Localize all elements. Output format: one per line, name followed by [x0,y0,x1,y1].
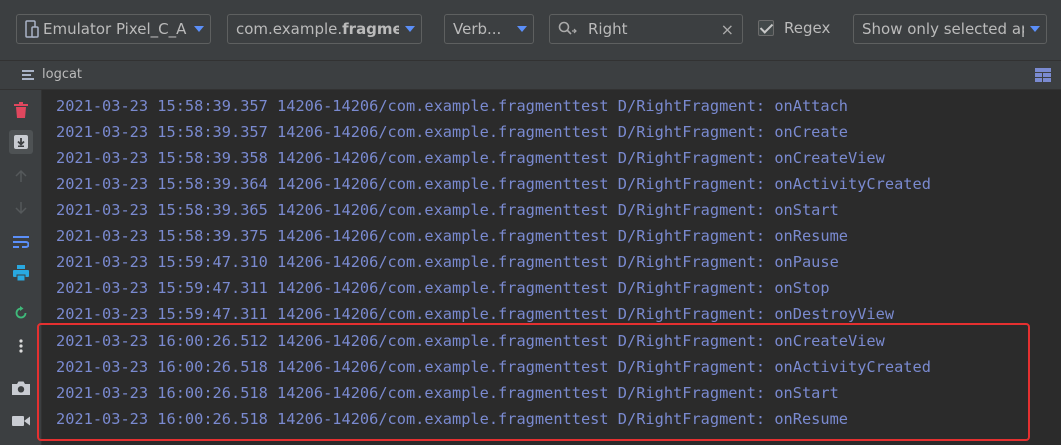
device-selector[interactable]: Emulator Pixel_C_A [16,14,211,44]
print-button[interactable] [9,261,33,285]
logcat-output: 2021-03-23 15:58:39.357 14206-14206/com.… [42,90,1061,445]
up-button[interactable] [9,164,33,188]
log-line: 2021-03-23 15:58:39.357 14206-14206/com.… [56,97,849,115]
filter-value: Show only selected ap [862,20,1024,38]
trash-icon [14,102,28,118]
search-box[interactable]: × [549,14,743,44]
down-button[interactable] [9,196,33,220]
log-line: 2021-03-23 16:00:26.512 14206-14206/com.… [56,332,885,350]
package-prefix: com.example. [236,20,343,38]
regex-checkbox[interactable] [758,20,774,36]
soft-wrap-button[interactable] [9,230,33,254]
scroll-to-end-button[interactable] [9,130,33,154]
filter-selector[interactable]: Show only selected ap [853,14,1047,44]
log-line: 2021-03-23 15:59:47.310 14206-14206/com.… [56,253,839,271]
soft-wrap-icon [13,236,29,248]
search-icon [558,21,577,35]
restart-icon [15,306,27,319]
device-icon [25,20,39,38]
log-level-value: Verb... [453,20,502,38]
clear-search-icon[interactable]: × [721,20,734,39]
log-line: 2021-03-23 16:00:26.518 14206-14206/com.… [56,384,839,402]
logcat-toolbar: Emulator Pixel_C_A com.example.fragme Ve… [0,0,1061,60]
log-line: 2021-03-23 15:58:39.364 14206-14206/com.… [56,175,931,193]
logcat-header: logcat [0,60,1061,90]
log-line: 2021-03-23 16:00:26.518 14206-14206/com.… [56,358,931,376]
more-icon [19,339,23,353]
panel-title-label: logcat [42,67,83,82]
log-line: 2021-03-23 15:58:39.358 14206-14206/com.… [56,149,885,167]
restart-button[interactable] [9,301,33,325]
search-input[interactable] [586,19,721,39]
screenshot-button[interactable] [9,376,33,400]
regex-label: Regex [784,19,831,37]
package-bold: fragme [342,20,399,38]
camera-icon [12,381,30,395]
layout-icon[interactable] [1035,68,1051,82]
down-arrow-icon [15,202,27,215]
chevron-down-icon [405,26,415,32]
chevron-down-icon [194,26,204,32]
device-name: Emulator Pixel_C_A [43,20,187,38]
regex-toggle[interactable]: Regex [758,19,830,37]
logcat-sidebar [0,90,42,445]
log-line: 2021-03-23 15:58:39.357 14206-14206/com.… [56,123,849,141]
scroll-to-end-icon [14,135,28,149]
up-arrow-icon [15,169,27,182]
panel-title: logcat [22,67,82,82]
clear-logcat-button[interactable] [9,98,33,122]
log-line: 2021-03-23 15:58:39.365 14206-14206/com.… [56,201,839,219]
log-level-selector[interactable]: Verb... [444,14,534,44]
more-button[interactable] [9,334,33,358]
logcat-icon [22,69,34,80]
chevron-down-icon [517,26,527,32]
package-selector[interactable]: com.example.fragme [227,14,422,44]
package-name: com.example.fragme [236,20,399,38]
log-line: 2021-03-23 15:59:47.311 14206-14206/com.… [56,305,895,323]
video-icon [12,416,30,426]
chevron-down-icon [1030,26,1040,32]
screen-record-button[interactable] [9,409,33,433]
print-icon [13,265,29,281]
log-line: 2021-03-23 15:59:47.311 14206-14206/com.… [56,279,830,297]
log-line: 2021-03-23 16:00:26.518 14206-14206/com.… [56,410,849,428]
log-line: 2021-03-23 15:58:39.375 14206-14206/com.… [56,227,849,245]
